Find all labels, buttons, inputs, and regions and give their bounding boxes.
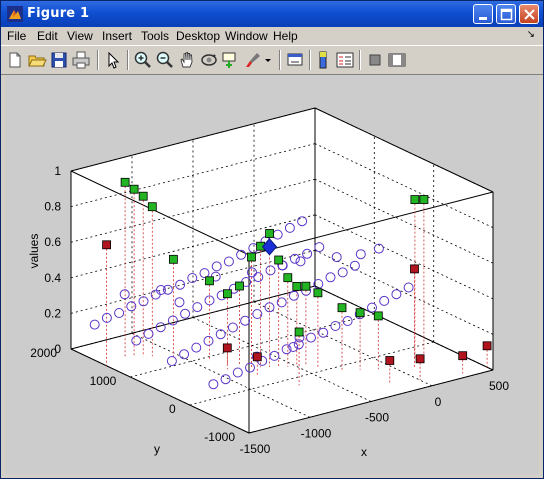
pointer-icon[interactable] [103, 50, 123, 70]
open-file-icon[interactable] [27, 50, 47, 70]
menu-file[interactable]: File [7, 29, 26, 43]
square-marker[interactable] [252, 352, 262, 362]
square-marker[interactable] [355, 308, 365, 318]
z-tick-label: 1 [54, 164, 61, 178]
square-marker[interactable] [410, 195, 420, 204]
data-cursor-icon[interactable] [221, 50, 241, 70]
figure-toolbar [1, 45, 543, 75]
square-marker[interactable] [292, 281, 302, 291]
print-icon[interactable] [71, 50, 91, 70]
x-tick-label: 0 [435, 395, 442, 409]
square-marker[interactable] [458, 351, 468, 361]
minimize-icon [479, 17, 487, 20]
figure-window: Figure 1 File Edit View Insert Tools Des… [0, 0, 544, 479]
toolbar-separator [97, 50, 99, 70]
square-marker[interactable] [168, 254, 178, 264]
figure-canvas: 0 0.2 0.4 0.6 0.8 1 -1000 0 1000 2000 -1500 -1000 -5… [5, 75, 539, 475]
title-bar[interactable]: Figure 1 [1, 1, 543, 27]
pan-icon[interactable] [177, 50, 197, 70]
x-tick-label: -1000 [301, 426, 332, 440]
x-tick-label: -1500 [240, 442, 271, 456]
show-plot-tools-icon[interactable] [387, 50, 407, 70]
square-marker[interactable] [419, 195, 429, 204]
menu-help[interactable]: Help [273, 29, 298, 43]
insert-colorbar-icon[interactable] [313, 50, 333, 70]
maximize-button[interactable] [496, 4, 516, 24]
save-icon[interactable] [49, 50, 69, 70]
dock-arrow-icon[interactable]: ↘ [527, 29, 535, 40]
y-axis-label: y [154, 442, 160, 456]
square-marker[interactable] [120, 177, 130, 187]
x-tick-label: -500 [365, 411, 389, 425]
z-tick-label: 0.4 [44, 271, 61, 285]
menu-bar: File Edit View Insert Tools Desktop Wind… [1, 27, 543, 45]
link-plot-icon[interactable] [285, 50, 305, 70]
toolbar-separator [309, 50, 311, 70]
minimize-button[interactable] [473, 4, 493, 24]
y-tick-label: 1000 [90, 374, 117, 388]
close-icon [524, 9, 535, 20]
square-marker[interactable] [235, 281, 244, 291]
rotate-3d-icon[interactable] [199, 50, 219, 70]
window-title: Figure 1 [27, 6, 90, 21]
menu-tools[interactable]: Tools [141, 29, 169, 43]
y-tick-label: -1000 [204, 430, 235, 444]
square-marker[interactable] [373, 311, 383, 321]
menu-window[interactable]: Window [225, 29, 268, 43]
square-marker[interactable] [222, 343, 232, 353]
x-axis-label: x [361, 445, 367, 459]
z-tick-label: 0.6 [44, 235, 61, 249]
z-axis-label: values [27, 234, 41, 269]
brush-dropdown-icon[interactable] [263, 50, 273, 70]
square-marker[interactable] [415, 354, 425, 364]
new-figure-icon[interactable] [5, 50, 25, 70]
square-marker[interactable] [274, 255, 284, 265]
square-marker[interactable] [129, 184, 139, 194]
square-marker[interactable] [247, 252, 256, 262]
z-tick-label: 0.8 [44, 200, 61, 214]
toolbar-separator [359, 50, 361, 70]
y-tick-label: 0 [169, 402, 176, 416]
zoom-in-icon[interactable] [133, 50, 153, 70]
square-marker[interactable] [313, 288, 323, 298]
menu-view[interactable]: View [67, 29, 93, 43]
toolbar-separator [279, 50, 281, 70]
close-button[interactable] [519, 4, 539, 24]
plot-3d-axes[interactable]: 0 0.2 0.4 0.6 0.8 1 -1000 0 1000 2000 -1500 -1000 -5… [5, 75, 539, 475]
z-tick-label: 0.2 [44, 306, 61, 320]
square-marker[interactable] [337, 303, 347, 313]
square-marker[interactable] [222, 289, 232, 299]
square-marker[interactable] [301, 281, 311, 291]
square-marker[interactable] [385, 356, 395, 365]
zoom-out-icon[interactable] [155, 50, 175, 70]
toolbar-separator [127, 50, 129, 70]
matlab-icon [7, 6, 23, 22]
menu-desktop[interactable]: Desktop [176, 29, 220, 43]
square-marker[interactable] [102, 240, 111, 250]
square-marker[interactable] [138, 191, 148, 201]
square-marker[interactable] [205, 276, 214, 286]
square-marker[interactable] [410, 264, 419, 274]
insert-legend-icon[interactable] [335, 50, 355, 70]
square-marker[interactable] [283, 273, 293, 283]
square-marker[interactable] [482, 341, 492, 351]
maximize-icon [500, 8, 513, 21]
hide-plot-tools-icon[interactable] [365, 50, 385, 70]
menu-insert[interactable]: Insert [102, 29, 132, 43]
square-marker[interactable] [294, 327, 304, 337]
menu-edit[interactable]: Edit [37, 29, 58, 43]
brush-icon[interactable] [243, 50, 263, 70]
square-marker[interactable] [147, 202, 157, 212]
y-tick-label: 2000 [30, 346, 57, 360]
square-marker[interactable] [265, 229, 275, 238]
x-tick-label: 500 [489, 379, 509, 393]
